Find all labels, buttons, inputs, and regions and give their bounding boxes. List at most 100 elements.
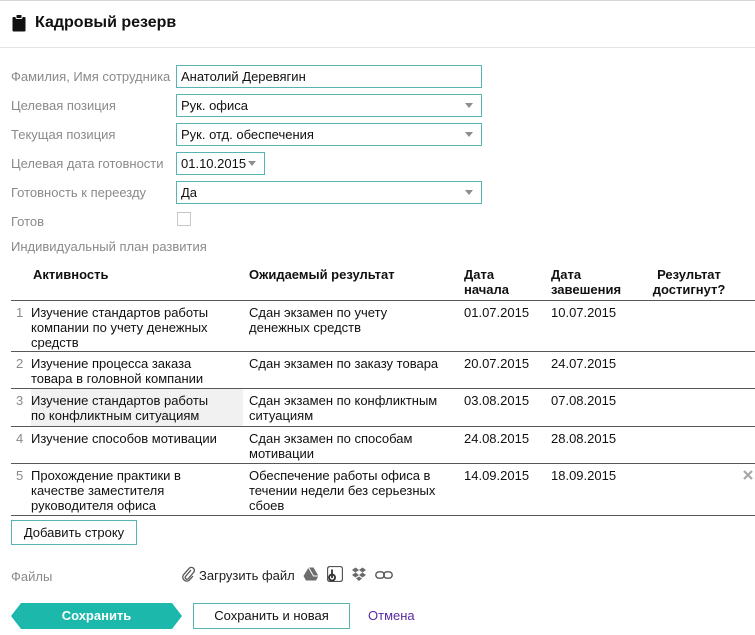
save-and-new-button[interactable]: Сохранить и новая	[193, 603, 350, 629]
column-header-start: Дата начала	[464, 267, 509, 297]
table-row[interactable]: 5 Прохождение практики в качестве замест…	[11, 463, 755, 515]
target-date-value: 01.10.2015	[181, 156, 247, 171]
box-icon[interactable]	[326, 565, 343, 585]
activity-line: Изучение стандартов работы	[31, 393, 209, 408]
chevron-down-icon	[465, 132, 473, 137]
google-drive-icon[interactable]	[303, 567, 319, 584]
table-row[interactable]: 4 Изучение способов мотивации Сдан экзам…	[11, 426, 755, 463]
activity-cell[interactable]: Изучение стандартов работы по конфликтны…	[31, 389, 243, 426]
column-header-activity: Активность	[33, 267, 109, 282]
dropbox-icon[interactable]	[351, 567, 367, 585]
save-button[interactable]: Сохранить	[11, 603, 182, 629]
employee-label: Фамилия, Имя сотрудника	[11, 69, 171, 84]
row-number: 4	[16, 431, 24, 446]
row-number: 1	[16, 305, 24, 320]
end-date-cell[interactable]: 24.07.2015	[551, 356, 616, 371]
result-line: ситуациям	[249, 408, 314, 423]
ready-label: Готов	[11, 214, 45, 229]
upload-file-button[interactable]: Загрузить файл	[181, 566, 303, 585]
result-line: течении недели без серьезных	[249, 483, 436, 498]
result-line: денежных средств	[249, 320, 362, 335]
activity-cell[interactable]: Изучение процесса заказа товара в головн…	[31, 352, 243, 388]
target-position-label: Целевая позиция	[11, 98, 116, 113]
close-icon[interactable]	[743, 468, 753, 483]
top-border	[0, 0, 755, 1]
column-header-end-line1: Дата	[551, 267, 582, 282]
row-number: 2	[16, 356, 24, 371]
plan-title: Индивидуальный план развития	[11, 239, 207, 254]
ready-checkbox[interactable]	[177, 212, 191, 226]
result-line: Сдан экзамен по учету	[249, 305, 388, 320]
result-line: Сдан экзамен по заказу товара	[249, 356, 439, 371]
start-date-cell[interactable]: 14.09.2015	[464, 468, 529, 483]
table-row[interactable]: 3 Изучение стандартов работы по конфликт…	[11, 388, 755, 426]
result-line: Сдан экзамен по способам	[249, 431, 413, 446]
table-row[interactable]: 2 Изучение процесса заказа товара в голо…	[11, 351, 755, 388]
page-title: Кадровый резерв	[35, 14, 177, 31]
activity-cell[interactable]: Изучение способов мотивации	[31, 427, 243, 463]
table-bottom-border	[11, 515, 755, 516]
end-date-cell[interactable]: 07.08.2015	[551, 393, 616, 408]
add-row-button[interactable]: Добавить строку	[11, 520, 137, 545]
activity-line: руководителя офиса	[31, 498, 156, 513]
header-divider	[0, 47, 755, 48]
end-date-cell[interactable]: 28.08.2015	[551, 431, 616, 446]
clipboard-icon	[12, 14, 26, 32]
paperclip-icon	[181, 566, 195, 585]
column-header-result: Ожидаемый результат	[249, 267, 395, 282]
activity-line: Изучение способов мотивации	[31, 431, 217, 446]
relocation-select[interactable]: Да	[176, 181, 482, 204]
target-position-value: Рук. офиса	[181, 98, 248, 113]
current-position-value: Рук. отд. обеспечения	[181, 127, 314, 142]
files-label: Файлы	[11, 569, 53, 584]
activity-line: Изучение процесса заказа	[31, 356, 192, 371]
result-line: мотивации	[249, 446, 315, 461]
current-position-label: Текущая позиция	[11, 127, 116, 142]
chevron-down-icon	[465, 190, 473, 195]
activity-line: Изучение стандартов работы	[31, 305, 209, 320]
link-icon[interactable]	[374, 568, 393, 583]
activity-line: по конфликтным ситуациям	[31, 408, 200, 423]
activity-line: средств	[31, 335, 79, 350]
result-line: Обеспечение работы офиса в	[249, 468, 431, 483]
column-header-achieved-line2: достигнут?	[652, 282, 726, 297]
column-header-start-line2: начала	[464, 282, 510, 297]
current-position-select[interactable]: Рук. отд. обеспечения	[176, 123, 482, 146]
activity-line: компании по учету денежных	[31, 320, 208, 335]
page-header: Кадровый резерв	[12, 12, 176, 34]
result-cell[interactable]: Сдан экзамен по способам мотивации	[249, 431, 459, 461]
activity-cell[interactable]: Изучение стандартов работы компании по у…	[31, 301, 243, 351]
start-date-cell[interactable]: 20.07.2015	[464, 356, 529, 371]
target-date-select[interactable]: 01.10.2015	[176, 152, 265, 175]
column-header-start-line1: Дата	[464, 267, 495, 282]
end-date-cell[interactable]: 10.07.2015	[551, 305, 616, 320]
activity-line: качестве заместителя	[31, 483, 165, 498]
cancel-link[interactable]: Отмена	[368, 608, 415, 623]
employee-input[interactable]: Анатолий Деревягин	[176, 65, 482, 88]
upload-area: Загрузить файл	[181, 565, 401, 585]
target-position-select[interactable]: Рук. офиса	[176, 94, 482, 117]
result-cell[interactable]: Сдан экзамен по заказу товара	[249, 356, 459, 371]
result-line: сбоев	[249, 498, 285, 513]
start-date-cell[interactable]: 03.08.2015	[464, 393, 529, 408]
relocation-value: Да	[181, 185, 198, 200]
row-number: 3	[16, 393, 24, 408]
result-cell[interactable]: Сдан экзамен по конфликтным ситуациям	[249, 393, 459, 423]
row-number: 5	[16, 468, 24, 483]
end-date-cell[interactable]: 18.09.2015	[551, 468, 616, 483]
chevron-down-icon	[248, 161, 256, 166]
column-header-end-line2: завешения	[551, 282, 622, 297]
employee-input-value: Анатолий Деревягин	[181, 69, 306, 84]
activity-line: товара в головной компании	[31, 371, 204, 386]
start-date-cell[interactable]: 24.08.2015	[464, 431, 529, 446]
activity-line: Прохождение практики в	[31, 468, 181, 483]
result-line: Сдан экзамен по конфликтным	[249, 393, 438, 408]
upload-file-label: Загрузить файл	[199, 568, 295, 583]
relocation-label: Готовность к переезду	[11, 185, 147, 200]
result-cell[interactable]: Сдан экзамен по учету денежных средств	[249, 305, 459, 335]
result-cell[interactable]: Обеспечение работы офиса в течении недел…	[249, 468, 459, 513]
column-header-achieved: Результат достигнут?	[650, 267, 728, 297]
activity-cell[interactable]: Прохождение практики в качестве заместит…	[31, 464, 243, 515]
start-date-cell[interactable]: 01.07.2015	[464, 305, 529, 320]
table-row[interactable]: 1 Изучение стандартов работы компании по…	[11, 300, 755, 351]
